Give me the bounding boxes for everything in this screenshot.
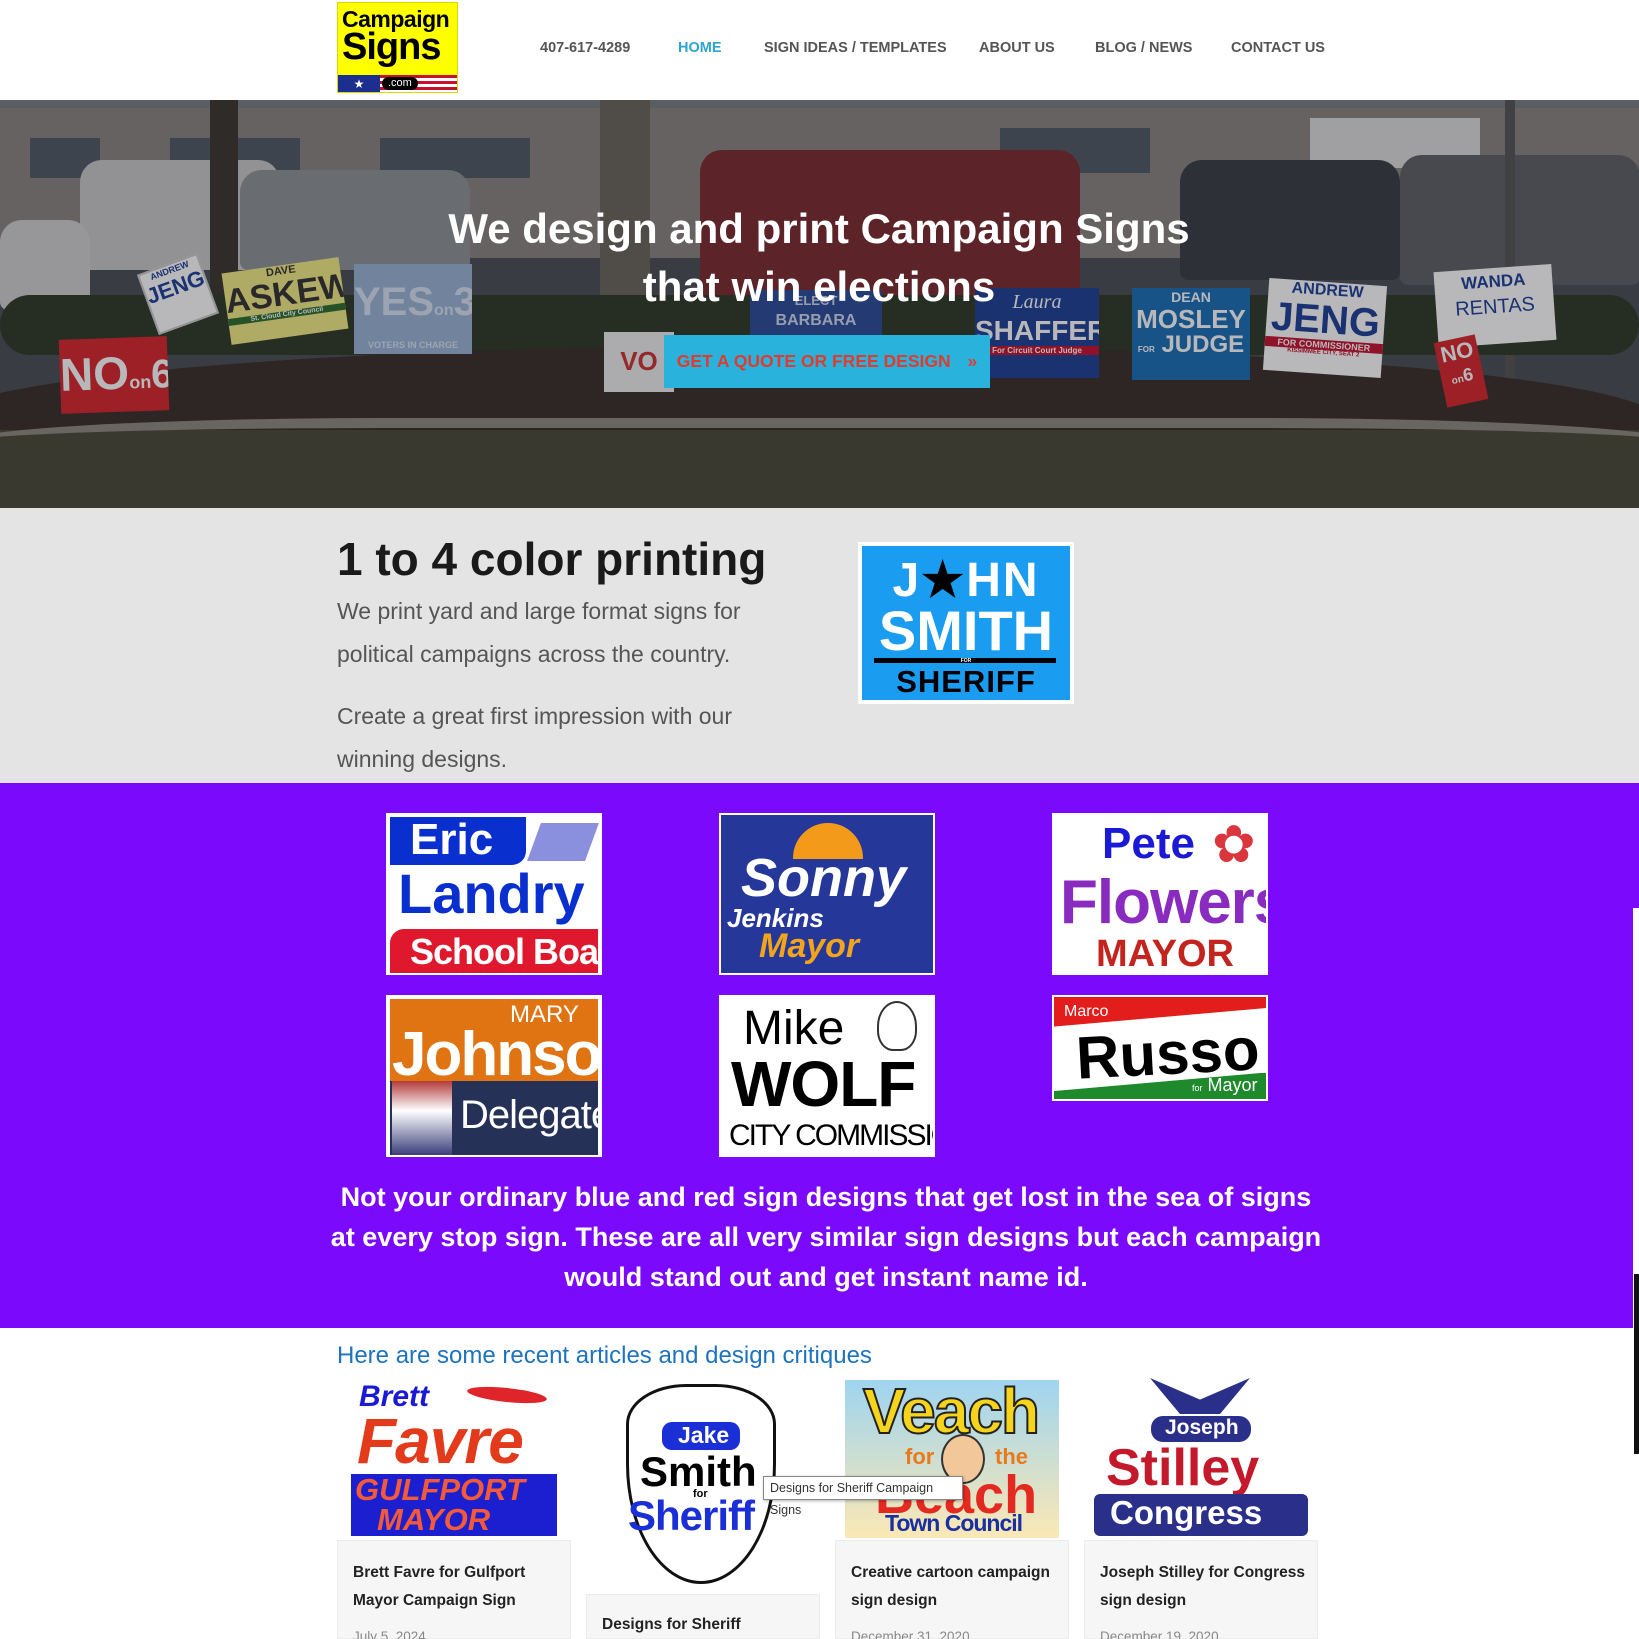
get-quote-button[interactable]: GET A QUOTE OR FREE DESIGN » xyxy=(664,335,990,388)
design-card-jenkins[interactable]: Sonny Jenkins Mayor xyxy=(719,813,935,975)
articles-heading: Here are some recent articles and design… xyxy=(337,1342,872,1369)
image-tooltip: Designs for Sheriff Campaign Signs xyxy=(763,1476,963,1517)
scrollbar-thumb[interactable] xyxy=(1634,1274,1639,1454)
hero-title: We design and print Campaign Signs that … xyxy=(319,200,1319,316)
get-quote-label: GET A QUOTE OR FREE DESIGN xyxy=(676,351,951,371)
design-card-flowers[interactable]: Pete ✿ Flowers MAYOR xyxy=(1052,813,1268,975)
hero-banner: NOon6 ANDREW JENG DAVE ASKEW St. Cloud City… xyxy=(0,100,1639,508)
article-card-stilley[interactable]: Joseph Stilley for Congress sign design … xyxy=(1084,1540,1318,1639)
article-date: December 19, 2020 xyxy=(1100,1629,1219,1639)
nav-phone[interactable]: 407-617-4289 xyxy=(540,40,630,60)
site-header: Campaign Signs ★ .com 407-617-4289 HOME … xyxy=(0,0,1639,100)
nav-home[interactable]: HOME xyxy=(678,40,722,60)
site-logo[interactable]: Campaign Signs ★ .com xyxy=(337,2,458,93)
article-card-veach[interactable]: Creative cartoon campaign sign design De… xyxy=(835,1540,1069,1639)
portrait-icon xyxy=(392,1081,452,1155)
article-image-stilley[interactable]: Joseph Stilley Congress xyxy=(1090,1376,1312,1538)
intro-paragraph-2: Create a great first impression with our… xyxy=(337,703,732,772)
article-image-smith-sheriff[interactable]: Jake Smith for Sheriff xyxy=(622,1380,780,1592)
logo-suffix: .com xyxy=(382,77,418,90)
flower-icon: ✿ xyxy=(1212,816,1256,874)
nav-contact[interactable]: CONTACT US xyxy=(1231,40,1325,60)
john-smith-sheriff-sign: J★HN SMITH FOR SHERIFF xyxy=(858,542,1074,704)
hero-title-line2: that win elections xyxy=(642,263,996,310)
bird-icon xyxy=(466,1383,548,1407)
designs-description: Not your ordinary blue and red sign desi… xyxy=(330,1182,1322,1292)
article-title[interactable]: Joseph Stilley for Congress sign design xyxy=(1100,1559,1310,1615)
nav-blog[interactable]: BLOG / NEWS xyxy=(1095,40,1192,60)
designs-section: Eric Landry School Board Sonny Jenkins M… xyxy=(0,783,1639,1328)
design-card-russo[interactable]: Marco Russo for Mayor xyxy=(1052,995,1268,1101)
nav-about[interactable]: ABOUT US xyxy=(979,40,1055,60)
article-date: July 5, 2024 xyxy=(353,1629,426,1639)
intro-paragraph-1: We print yard and large format signs for… xyxy=(337,598,741,667)
article-title[interactable]: Creative cartoon campaign sign design xyxy=(851,1559,1061,1615)
article-card-sheriff[interactable]: Designs for Sheriff xyxy=(586,1594,820,1639)
design-card-wolf[interactable]: Mike WOLF CITY COMMISSION xyxy=(719,995,935,1157)
design-card-johnson[interactable]: MARY Johnson Delegate xyxy=(386,995,602,1157)
wolf-icon xyxy=(877,1001,917,1051)
design-card-landry[interactable]: Eric Landry School Board xyxy=(386,813,602,975)
double-chevron-right-icon: » xyxy=(967,351,978,371)
intro-section: 1 to 4 color printing We print yard and … xyxy=(0,508,1639,783)
article-title[interactable]: Designs for Sheriff xyxy=(602,1611,812,1639)
nav-sign-ideas[interactable]: SIGN IDEAS / TEMPLATES xyxy=(764,40,947,60)
article-image-veach[interactable]: Veach for the Beach Town Council xyxy=(845,1380,1059,1538)
star-icon: ★ xyxy=(338,75,380,92)
article-date: December 31, 2020 xyxy=(851,1629,970,1639)
logo-flag: ★ .com xyxy=(338,75,457,92)
graduation-cap-icon xyxy=(527,823,599,861)
logo-line2: Signs xyxy=(342,26,441,68)
article-image-favre[interactable]: Brett Favre GULFPORT MAYOR xyxy=(349,1380,559,1536)
article-title[interactable]: Brett Favre for Gulfport Mayor Campaign … xyxy=(353,1559,563,1615)
article-card-favre[interactable]: Brett Favre for Gulfport Mayor Campaign … xyxy=(337,1540,571,1639)
hero-title-line1: We design and print Campaign Signs xyxy=(448,205,1190,252)
eagle-icon xyxy=(1150,1378,1250,1414)
intro-heading: 1 to 4 color printing xyxy=(337,533,767,585)
